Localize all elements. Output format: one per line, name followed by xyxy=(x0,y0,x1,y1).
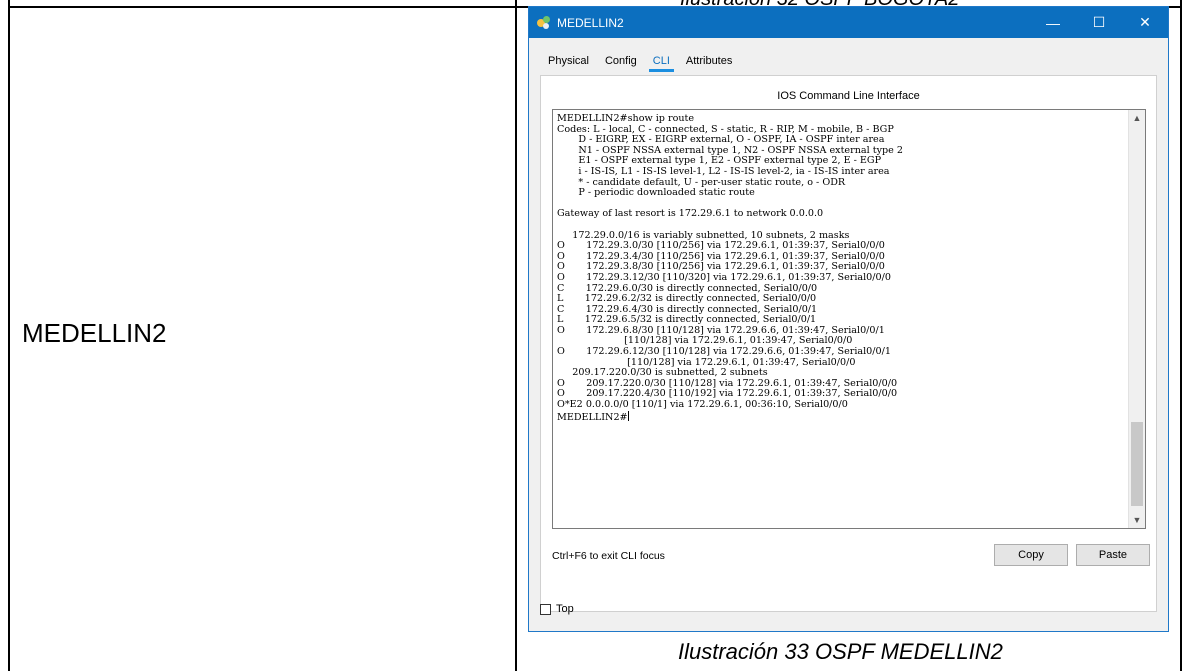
top-checkbox-label: Top xyxy=(556,603,574,615)
tab-config[interactable]: Config xyxy=(597,53,645,72)
router-window: MEDELLIN2 — ☐ ✕ Physical Config CLI Attr… xyxy=(528,6,1169,632)
packet-tracer-icon xyxy=(537,15,551,30)
table-border-left xyxy=(8,0,10,671)
title-bar[interactable]: MEDELLIN2 — ☐ ✕ xyxy=(529,7,1168,38)
maximize-button[interactable]: ☐ xyxy=(1076,7,1122,38)
cli-output[interactable]: MEDELLIN2#show ip route Codes: L - local… xyxy=(557,113,1127,423)
vertical-scrollbar[interactable]: ▲ ▼ xyxy=(1128,110,1145,528)
scroll-up-arrow-icon[interactable]: ▲ xyxy=(1129,110,1145,126)
tab-attributes[interactable]: Attributes xyxy=(678,53,740,72)
cli-output-text: MEDELLIN2#show ip route Codes: L - local… xyxy=(557,113,903,411)
scroll-thumb[interactable] xyxy=(1131,422,1143,506)
top-checkbox[interactable] xyxy=(540,603,551,615)
cli-prompt: MEDELLIN2# xyxy=(557,411,628,423)
router-name-label: MEDELLIN2 xyxy=(22,318,167,348)
window-controls: — ☐ ✕ xyxy=(1030,7,1168,38)
window-title: MEDELLIN2 xyxy=(557,15,624,30)
minimize-button[interactable]: — xyxy=(1030,7,1076,38)
tab-bar: Physical Config CLI Attributes xyxy=(540,53,740,72)
cli-panel: IOS Command Line Interface MEDELLIN2#sho… xyxy=(540,75,1157,612)
tab-physical[interactable]: Physical xyxy=(540,53,597,72)
copy-button[interactable]: Copy xyxy=(994,544,1068,566)
table-border-middle xyxy=(515,0,517,671)
scroll-down-arrow-icon[interactable]: ▼ xyxy=(1129,512,1145,528)
cli-focus-hint: Ctrl+F6 to exit CLI focus xyxy=(552,550,665,562)
close-button[interactable]: ✕ xyxy=(1122,7,1168,38)
tab-cli[interactable]: CLI xyxy=(645,53,678,72)
cli-heading: IOS Command Line Interface xyxy=(777,90,920,102)
figure-caption: Ilustración 33 OSPF MEDELLIN2 xyxy=(678,639,1003,664)
text-cursor xyxy=(627,410,629,421)
table-border-right xyxy=(1180,0,1182,671)
cli-console[interactable]: MEDELLIN2#show ip route Codes: L - local… xyxy=(552,109,1146,529)
top-option[interactable]: Top xyxy=(540,603,574,615)
paste-button[interactable]: Paste xyxy=(1076,544,1150,566)
